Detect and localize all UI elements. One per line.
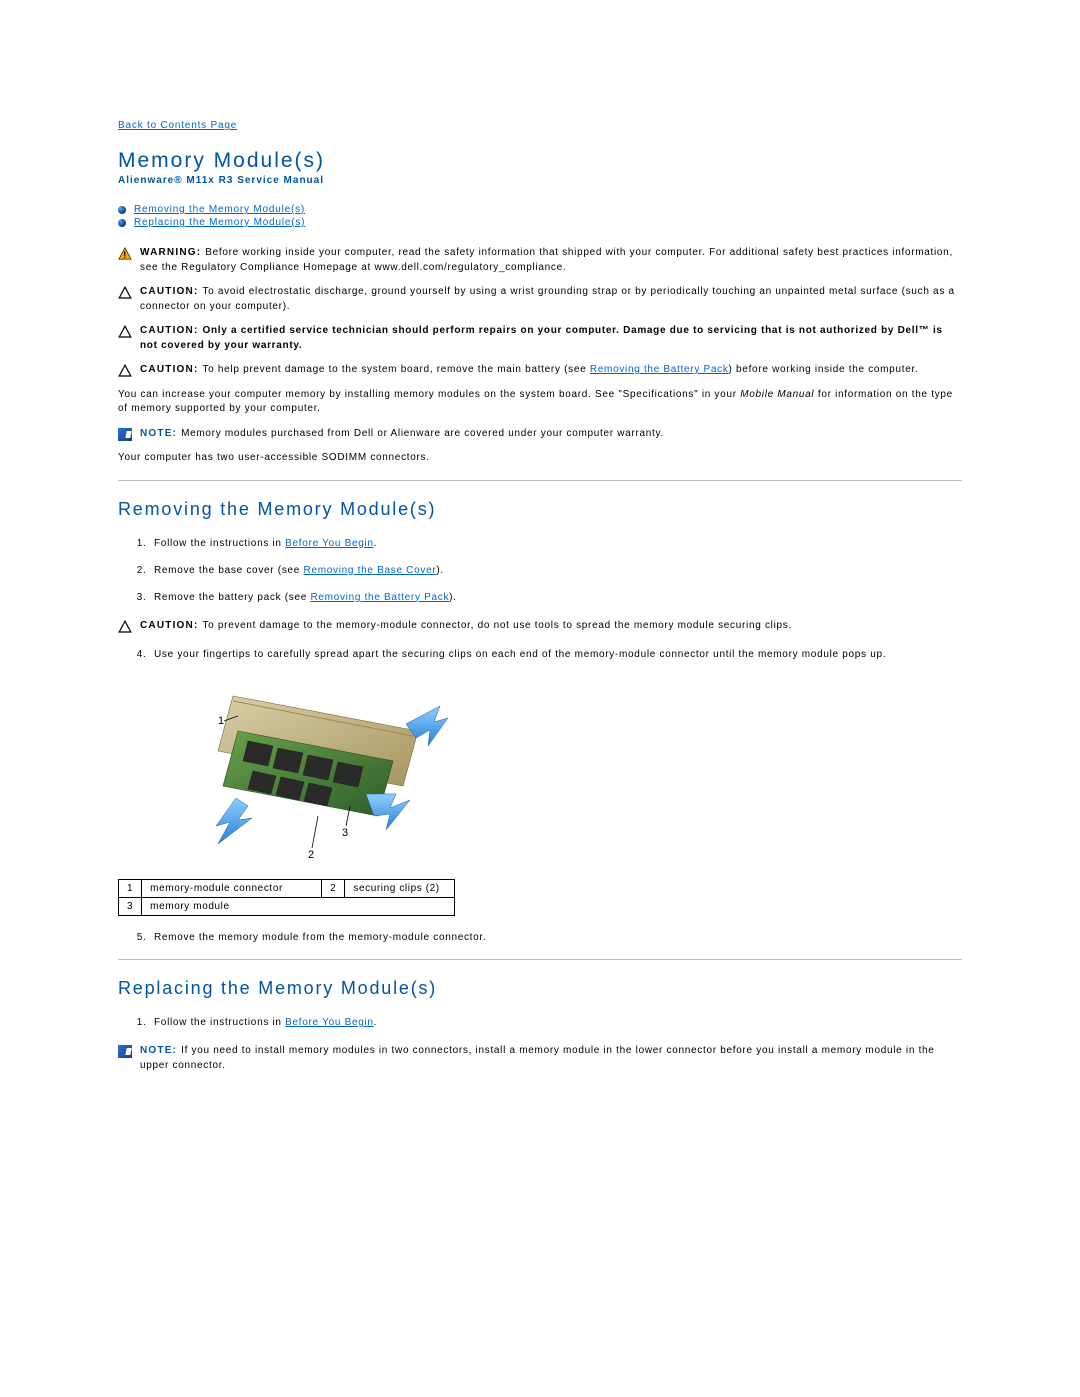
note-icon	[118, 1045, 132, 1058]
removing-steps-final: Remove the memory module from the memory…	[118, 932, 962, 943]
note-body: If you need to install memory modules in…	[140, 1045, 935, 1071]
note-notice: NOTE: If you need to install memory modu…	[118, 1044, 962, 1073]
caution-notice: CAUTION: To help prevent damage to the s…	[118, 363, 962, 378]
caution-lead: CAUTION:	[140, 286, 202, 297]
warning-lead: WARNING:	[140, 247, 205, 258]
table-row: 1 memory-module connector 2 securing cli…	[119, 880, 455, 898]
diagram-svg: 1 3 2	[178, 676, 458, 866]
step-4: Use your fingertips to carefully spread …	[150, 649, 962, 660]
caution-text: CAUTION: Only a certified service techni…	[140, 324, 962, 353]
note-icon	[118, 428, 132, 441]
text: ).	[436, 565, 444, 576]
text: You can increase your computer memory by…	[118, 389, 740, 400]
warning-icon: !	[118, 247, 132, 260]
text: Remove the base cover (see	[154, 565, 304, 576]
removing-steps-cont: Use your fingertips to carefully spread …	[118, 649, 962, 660]
paragraph-increase-memory: You can increase your computer memory by…	[118, 388, 962, 417]
back-to-contents-link[interactable]: Back to Contents Page	[118, 120, 237, 131]
note-text: NOTE: Memory modules purchased from Dell…	[140, 427, 664, 442]
callout-2: 2	[308, 849, 315, 861]
caution-notice: CAUTION: To avoid electrostatic discharg…	[118, 285, 962, 314]
caution-icon	[118, 620, 132, 633]
caution-post: ) before working inside the computer.	[729, 364, 919, 375]
step-3: Remove the battery pack (see Removing th…	[150, 592, 962, 603]
legend-num: 3	[119, 898, 142, 916]
replacing-steps: Follow the instructions in Before You Be…	[118, 1017, 962, 1028]
table-row: 3 memory module	[119, 898, 455, 916]
italic-text: Mobile Manual	[740, 389, 814, 400]
warning-notice: ! WARNING: Before working inside your co…	[118, 246, 962, 275]
legend-label: securing clips (2)	[345, 880, 455, 898]
caution-pre: To help prevent damage to the system boa…	[202, 364, 589, 375]
text: Follow the instructions in	[154, 538, 285, 549]
step-1: Follow the instructions in Before You Be…	[150, 538, 962, 549]
caution-icon	[118, 364, 132, 377]
note-notice: NOTE: Memory modules purchased from Dell…	[118, 427, 962, 442]
text: Follow the instructions in	[154, 1017, 285, 1028]
toc-link-removing[interactable]: Removing the Memory Module(s)	[134, 204, 305, 215]
callout-1: 1	[218, 715, 225, 727]
step-1: Follow the instructions in Before You Be…	[150, 1017, 962, 1028]
caution-text: CAUTION: To prevent damage to the memory…	[140, 619, 792, 634]
caution-lead: CAUTION:	[140, 620, 202, 631]
toc-link-replacing[interactable]: Replacing the Memory Module(s)	[134, 217, 305, 228]
legend-label: memory module	[142, 898, 455, 916]
warning-text: WARNING: Before working inside your comp…	[140, 246, 962, 275]
link-before-you-begin[interactable]: Before You Begin	[285, 1017, 374, 1028]
divider	[118, 480, 962, 481]
caution-notice: CAUTION: To prevent damage to the memory…	[118, 619, 962, 634]
svg-text:!: !	[123, 250, 127, 260]
bullet-icon	[118, 206, 126, 214]
caution-text: CAUTION: To help prevent damage to the s…	[140, 363, 918, 378]
paragraph-sodimm: Your computer has two user-accessible SO…	[118, 451, 962, 466]
link-removing-battery-pack[interactable]: Removing the Battery Pack	[590, 364, 729, 375]
caution-lead: CAUTION:	[140, 325, 202, 336]
caution-body: To avoid electrostatic discharge, ground…	[140, 286, 955, 312]
caution-body-bold: Only a certified service technician shou…	[140, 325, 943, 351]
toc-item: Removing the Memory Module(s)	[118, 204, 962, 215]
text: ).	[449, 592, 457, 603]
diagram-legend-table: 1 memory-module connector 2 securing cli…	[118, 879, 455, 916]
note-text: NOTE: If you need to install memory modu…	[140, 1044, 962, 1073]
section-heading-replacing: Replacing the Memory Module(s)	[118, 978, 962, 999]
step-5: Remove the memory module from the memory…	[150, 932, 962, 943]
legend-num: 2	[322, 880, 345, 898]
divider	[118, 959, 962, 960]
note-lead: NOTE:	[140, 1045, 181, 1056]
text: .	[374, 1017, 377, 1028]
note-body: Memory modules purchased from Dell or Al…	[181, 428, 664, 439]
link-removing-battery-pack[interactable]: Removing the Battery Pack	[310, 592, 449, 603]
bullet-icon	[118, 219, 126, 227]
text: Remove the battery pack (see	[154, 592, 310, 603]
removing-steps: Follow the instructions in Before You Be…	[118, 538, 962, 603]
legend-num: 1	[119, 880, 142, 898]
caution-lead: CAUTION:	[140, 364, 202, 375]
caution-icon	[118, 286, 132, 299]
step-2: Remove the base cover (see Removing the …	[150, 565, 962, 576]
page-subtitle: Alienware® M11x R3 Service Manual	[118, 175, 962, 186]
warning-body: Before working inside your computer, rea…	[140, 247, 953, 273]
caution-icon	[118, 325, 132, 338]
text: .	[374, 538, 377, 549]
caution-notice: CAUTION: Only a certified service techni…	[118, 324, 962, 353]
table-of-contents: Removing the Memory Module(s) Replacing …	[118, 204, 962, 228]
document-page: Back to Contents Page Memory Module(s) A…	[0, 0, 1080, 1123]
page-title: Memory Module(s)	[118, 149, 962, 173]
callout-3: 3	[342, 827, 349, 839]
link-removing-base-cover[interactable]: Removing the Base Cover	[304, 565, 437, 576]
caution-text: CAUTION: To avoid electrostatic discharg…	[140, 285, 962, 314]
toc-item: Replacing the Memory Module(s)	[118, 217, 962, 228]
legend-label: memory-module connector	[142, 880, 322, 898]
note-lead: NOTE:	[140, 428, 181, 439]
caution-body: To prevent damage to the memory-module c…	[202, 620, 792, 631]
memory-module-diagram: 1 3 2	[178, 676, 962, 869]
link-before-you-begin[interactable]: Before You Begin	[285, 538, 374, 549]
section-heading-removing: Removing the Memory Module(s)	[118, 499, 962, 520]
